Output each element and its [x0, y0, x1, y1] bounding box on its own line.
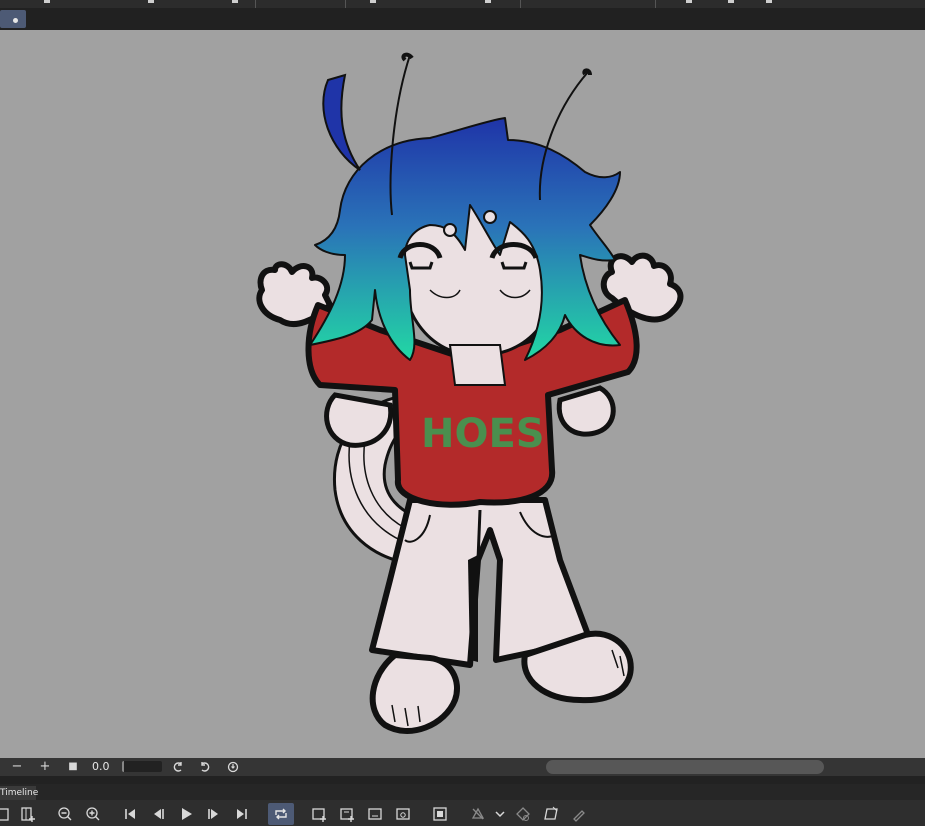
next-frame-icon[interactable] — [206, 806, 222, 822]
panel-divider — [0, 776, 925, 784]
onion-skin-icon[interactable] — [395, 806, 411, 822]
illustration: HOES — [256, 52, 684, 734]
first-frame-icon[interactable] — [122, 806, 138, 822]
toolbar-icon[interactable] — [485, 0, 491, 3]
toolbar-icon[interactable] — [148, 0, 154, 3]
rotation-slider[interactable] — [122, 761, 162, 772]
timeline-header — [0, 784, 925, 800]
show-all-cels-icon[interactable] — [432, 806, 448, 822]
pen-icon[interactable] — [571, 806, 587, 822]
reset-rotation-icon[interactable] — [227, 761, 239, 773]
rotate-left-icon[interactable] — [172, 761, 184, 773]
add-frame-icon[interactable] — [20, 806, 36, 822]
toolbar-icon[interactable] — [686, 0, 692, 3]
left-foot — [369, 651, 460, 734]
zoom-out-timeline-icon[interactable] — [57, 806, 73, 822]
last-frame-icon[interactable] — [234, 806, 250, 822]
stop-button[interactable]: ■ — [66, 758, 80, 776]
toolbar-separator — [345, 0, 346, 8]
toolbar-icon[interactable] — [728, 0, 734, 3]
timeline-tab[interactable]: Timeline — [0, 786, 38, 800]
timeline-toolbar — [0, 800, 925, 826]
toolbar-separator — [255, 0, 256, 8]
zoom-in-button[interactable]: + — [38, 758, 52, 776]
toolbar-icon[interactable] — [766, 0, 772, 3]
toolbar-separator — [655, 0, 656, 8]
rotate-right-icon[interactable] — [199, 761, 211, 773]
rotation-value[interactable]: 0.0 — [92, 760, 110, 773]
top-toolbar — [0, 0, 925, 8]
new-animation-folder-icon[interactable] — [311, 806, 327, 822]
document-tab-bar — [0, 8, 925, 30]
loop-icon — [275, 808, 287, 820]
horizontal-scrollbar[interactable] — [546, 760, 824, 774]
pants — [369, 497, 593, 668]
toolbar-icon[interactable] — [370, 0, 376, 3]
drawing-canvas[interactable]: HOES — [0, 30, 925, 758]
toolbar-separator — [520, 0, 521, 8]
zoom-out-button[interactable]: − — [10, 758, 24, 776]
specify-cels-icon[interactable] — [367, 806, 383, 822]
keyframe-icon[interactable] — [515, 806, 531, 822]
shirt-text: HOES — [421, 411, 545, 457]
previous-frame-icon[interactable] — [150, 806, 166, 822]
unsaved-dot-icon — [13, 18, 18, 23]
document-tab[interactable] — [0, 10, 26, 28]
play-icon[interactable] — [178, 806, 194, 822]
new-timeline-icon[interactable] — [0, 806, 12, 822]
zoom-in-timeline-icon[interactable] — [85, 806, 101, 822]
chevron-down-icon[interactable] — [492, 806, 508, 822]
canvas-control-bar: − + ■ 0.0 — [0, 758, 925, 776]
loop-toggle[interactable] — [268, 803, 294, 825]
edit-cel-icon[interactable] — [543, 806, 559, 822]
new-animation-cel-icon[interactable] — [339, 806, 355, 822]
toolbar-icon[interactable] — [232, 0, 238, 3]
toolbar-icon[interactable] — [44, 0, 50, 3]
camera-icon[interactable] — [470, 806, 486, 822]
